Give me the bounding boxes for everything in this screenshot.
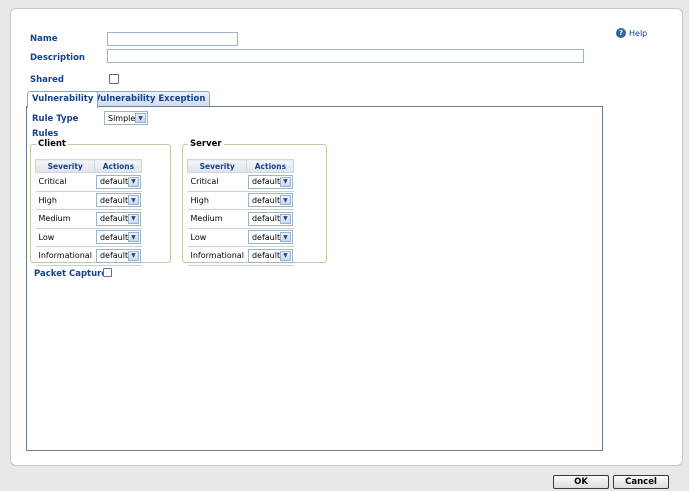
tab-vulnerability-exception[interactable]: Vulnerability Exception [89, 91, 211, 107]
chevron-down-icon: ▼ [127, 250, 139, 261]
actions-header: Actions [246, 159, 295, 173]
help-link[interactable]: ? Help [616, 28, 647, 38]
action-select[interactable]: default ▼ [247, 230, 293, 245]
actions-header: Actions [94, 159, 143, 173]
rule-type-value: Simple [108, 113, 136, 123]
table-row: Medium default ▼ [187, 209, 294, 229]
rules-label: Rules [32, 129, 59, 139]
severity-cell: Low [187, 228, 247, 247]
severity-cell: Medium [35, 209, 95, 229]
chevron-down-icon: ▼ [135, 113, 146, 123]
severity-cell: High [187, 191, 247, 210]
help-label: Help [629, 28, 648, 38]
severity-header: Severity [186, 159, 248, 173]
action-select[interactable]: default ▼ [247, 248, 293, 263]
client-group: Client Severity Actions Critical default… [30, 139, 171, 266]
server-title: Server [190, 139, 222, 149]
action-select[interactable]: default ▼ [95, 174, 141, 189]
rule-type-label: Rule Type [32, 114, 79, 124]
chevron-down-icon: ▼ [279, 176, 291, 187]
dialog-body: Name Description Shared ? Help Vulnerabi… [10, 8, 683, 466]
chevron-down-icon: ▼ [279, 232, 291, 243]
table-row: Critical default ▼ [187, 172, 294, 192]
action-value: default [99, 214, 129, 224]
severity-cell: Medium [187, 209, 247, 229]
action-select[interactable]: default ▼ [95, 230, 141, 245]
chevron-down-icon: ▼ [279, 213, 291, 224]
table-row: Critical default ▼ [35, 172, 142, 192]
action-value: default [251, 195, 281, 205]
action-select[interactable]: default ▼ [247, 193, 293, 208]
server-table: Severity Actions Critical default ▼ High … [186, 159, 295, 266]
action-value: default [99, 195, 129, 205]
chevron-down-icon: ▼ [127, 232, 139, 243]
severity-cell: Low [35, 228, 95, 247]
severity-cell: Critical [187, 172, 247, 192]
table-row: Low default ▼ [35, 228, 142, 247]
severity-cell: Critical [35, 172, 95, 192]
ok-button[interactable]: OK [553, 475, 609, 489]
action-select[interactable]: default ▼ [247, 174, 293, 189]
packet-capture-checkbox[interactable] [103, 268, 112, 277]
action-value: default [251, 214, 281, 224]
chevron-down-icon: ▼ [127, 213, 139, 224]
severity-cell: High [35, 191, 95, 210]
description-input[interactable] [107, 49, 584, 63]
shared-label: Shared [30, 75, 64, 85]
action-select[interactable]: default ▼ [95, 248, 141, 263]
server-group: Server Severity Actions Critical default… [182, 139, 327, 266]
rule-type-select[interactable]: Simple ▼ [104, 111, 148, 125]
table-row: Low default ▼ [187, 228, 294, 247]
table-row: Medium default ▼ [35, 209, 142, 229]
action-value: default [251, 232, 281, 242]
action-value: default [99, 177, 129, 187]
severity-cell: Informational [187, 246, 247, 266]
table-row: Informational default ▼ [35, 246, 142, 266]
cancel-button[interactable]: Cancel [613, 475, 669, 489]
chevron-down-icon: ▼ [127, 176, 139, 187]
action-select[interactable]: default ▼ [95, 193, 141, 208]
severity-cell: Informational [35, 246, 95, 266]
tab-panel: Rule Type Simple ▼ Rules Client Severity… [26, 106, 603, 451]
chevron-down-icon: ▼ [279, 250, 291, 261]
action-value: default [99, 232, 129, 242]
tab-vulnerability[interactable]: Vulnerability [27, 91, 99, 108]
action-value: default [251, 177, 281, 187]
chevron-down-icon: ▼ [279, 195, 291, 206]
chevron-down-icon: ▼ [127, 195, 139, 206]
name-label: Name [30, 34, 58, 44]
help-icon: ? [616, 28, 626, 38]
action-value: default [99, 251, 129, 261]
name-input[interactable] [107, 32, 238, 46]
table-row: High default ▼ [187, 191, 294, 210]
description-label: Description [30, 53, 85, 63]
client-title: Client [38, 139, 66, 149]
client-table: Severity Actions Critical default ▼ High … [34, 159, 143, 266]
table-row: Informational default ▼ [187, 246, 294, 266]
action-value: default [251, 251, 281, 261]
table-row: High default ▼ [35, 191, 142, 210]
packet-capture-label: Packet Capture [34, 269, 108, 279]
action-select[interactable]: default ▼ [247, 211, 293, 226]
severity-header: Severity [34, 159, 96, 173]
action-select[interactable]: default ▼ [95, 211, 141, 226]
shared-checkbox[interactable] [109, 74, 119, 84]
